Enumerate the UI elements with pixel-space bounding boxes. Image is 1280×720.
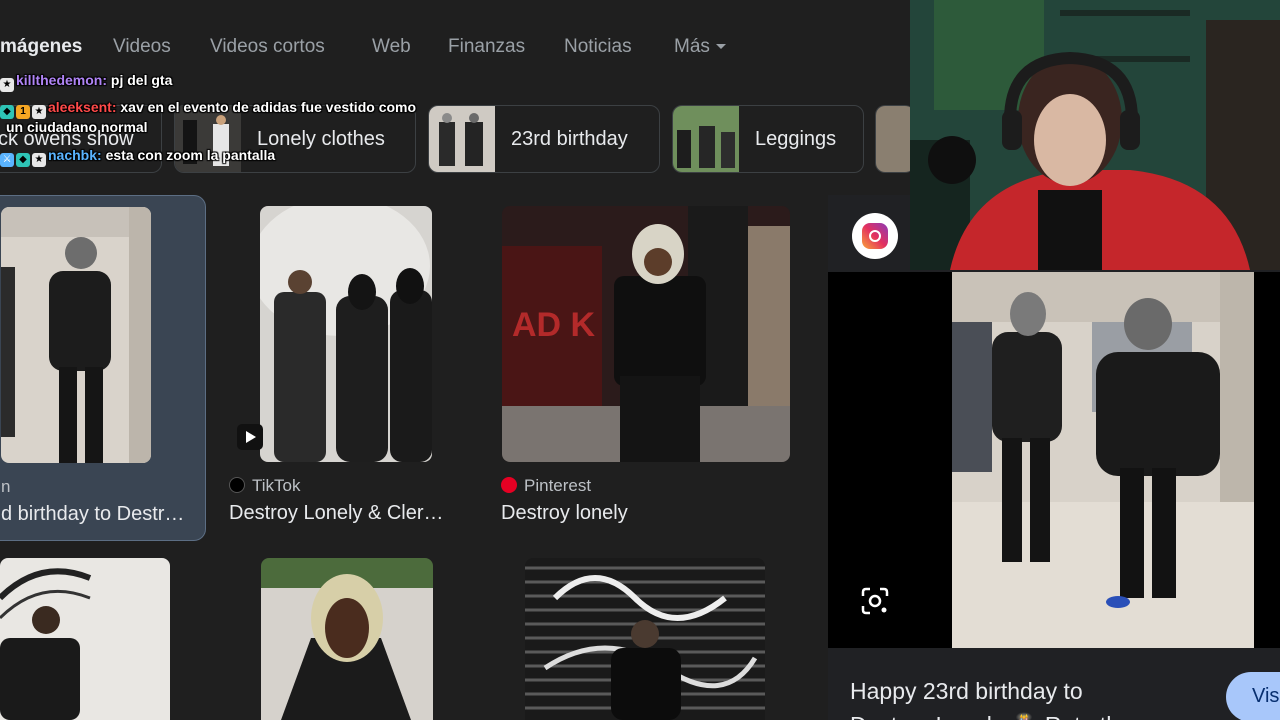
chip-leggings[interactable]: Leggings xyxy=(672,105,864,173)
result-source: n xyxy=(1,477,11,496)
tab-finance[interactable]: Finanzas xyxy=(448,36,525,58)
tab-news[interactable]: Noticias xyxy=(564,36,632,58)
badge-icon: ◆ xyxy=(0,105,14,119)
preview-title-line: Destroy Lonely 🎂 Rate the xyxy=(850,708,1132,720)
chat-message-continued: un ciudadano normal xyxy=(6,119,148,135)
result-title[interactable]: Destroy Lonely & Cler… xyxy=(229,502,461,525)
chat-text: pj del gta xyxy=(110,72,173,88)
badge-icon: ★ xyxy=(32,105,46,119)
chat-username: killthedemon: xyxy=(16,72,108,88)
result-image[interactable] xyxy=(260,206,432,462)
tab-short-videos[interactable]: Videos cortos xyxy=(210,36,325,58)
pinterest-icon xyxy=(501,477,517,493)
chip-label: Lonely clothes xyxy=(257,128,385,150)
chat-username: nachbk: xyxy=(48,147,102,163)
result-title[interactable]: d birthday to Destr… xyxy=(1,503,191,526)
chip-23rd-birthday[interactable]: 23rd birthday xyxy=(428,105,660,173)
badge-icon: ◆ xyxy=(16,153,30,167)
webcam-overlay xyxy=(910,0,1280,270)
chat-text: xav en el evento de adidas fue vestido c… xyxy=(120,99,417,115)
result-card[interactable]: AD K Pinterest Destroy lonely xyxy=(496,206,796,536)
svg-text:AD K: AD K xyxy=(512,306,596,344)
chat-text: un ciudadano normal xyxy=(6,119,148,135)
chat-message: ★ killthedemon: pj del gta xyxy=(0,72,172,92)
chip-label: 23rd birthday xyxy=(511,128,628,150)
chat-message: ⚔ ◆ ★ nachbk: esta con zoom la pantalla xyxy=(0,147,275,167)
preview-title[interactable]: Happy 23rd birthday to Destroy Lonely 🎂 … xyxy=(850,674,1132,720)
chip-thumbnail xyxy=(429,106,495,172)
sword-icon: ⚔ xyxy=(0,153,14,167)
tab-videos[interactable]: Videos xyxy=(113,36,171,58)
tab-web[interactable]: Web xyxy=(372,36,411,58)
video-play-icon xyxy=(237,424,263,450)
tab-images[interactable]: mágenes xyxy=(0,36,82,58)
tab-more[interactable]: Más xyxy=(674,36,726,58)
result-source-label: TikTok xyxy=(252,476,301,495)
preview-image[interactable] xyxy=(952,272,1254,648)
tab-more-label: Más xyxy=(674,36,710,57)
chip-thumbnail xyxy=(673,106,739,172)
result-card[interactable]: TikTok Destroy Lonely & Cler… xyxy=(224,206,468,536)
google-lens-icon[interactable] xyxy=(860,586,890,616)
preview-title-line: Happy 23rd birthday to xyxy=(850,678,1083,704)
result-image[interactable] xyxy=(0,558,170,720)
result-image[interactable] xyxy=(261,558,433,720)
tiktok-icon xyxy=(229,477,245,493)
badge-icon: 1 xyxy=(16,105,30,119)
result-image[interactable] xyxy=(525,558,765,720)
chat-message: ◆ 1 ★ aleeksent: xav en el evento de adidas… xyxy=(0,99,416,119)
chevron-down-icon xyxy=(715,44,726,50)
result-title[interactable]: Destroy lonely xyxy=(501,502,781,525)
result-source-label: Pinterest xyxy=(524,476,592,495)
result-source: TikTok xyxy=(229,476,301,496)
result-image[interactable]: AD K xyxy=(502,206,790,462)
result-card-selected[interactable]: n d birthday to Destr… xyxy=(0,195,206,541)
chip-partial[interactable] xyxy=(875,105,915,173)
badge-icon: ★ xyxy=(32,153,46,167)
chat-username: aleeksent: xyxy=(48,99,117,115)
visit-button[interactable]: Vis xyxy=(1226,672,1280,720)
result-source: Pinterest xyxy=(501,476,591,496)
result-image[interactable] xyxy=(1,207,151,463)
chat-text: esta con zoom la pantalla xyxy=(105,147,276,163)
instagram-icon[interactable] xyxy=(852,213,898,259)
badge-icon: ★ xyxy=(0,78,14,92)
chip-label: Leggings xyxy=(755,128,837,150)
preview-image-frame xyxy=(828,272,1280,648)
